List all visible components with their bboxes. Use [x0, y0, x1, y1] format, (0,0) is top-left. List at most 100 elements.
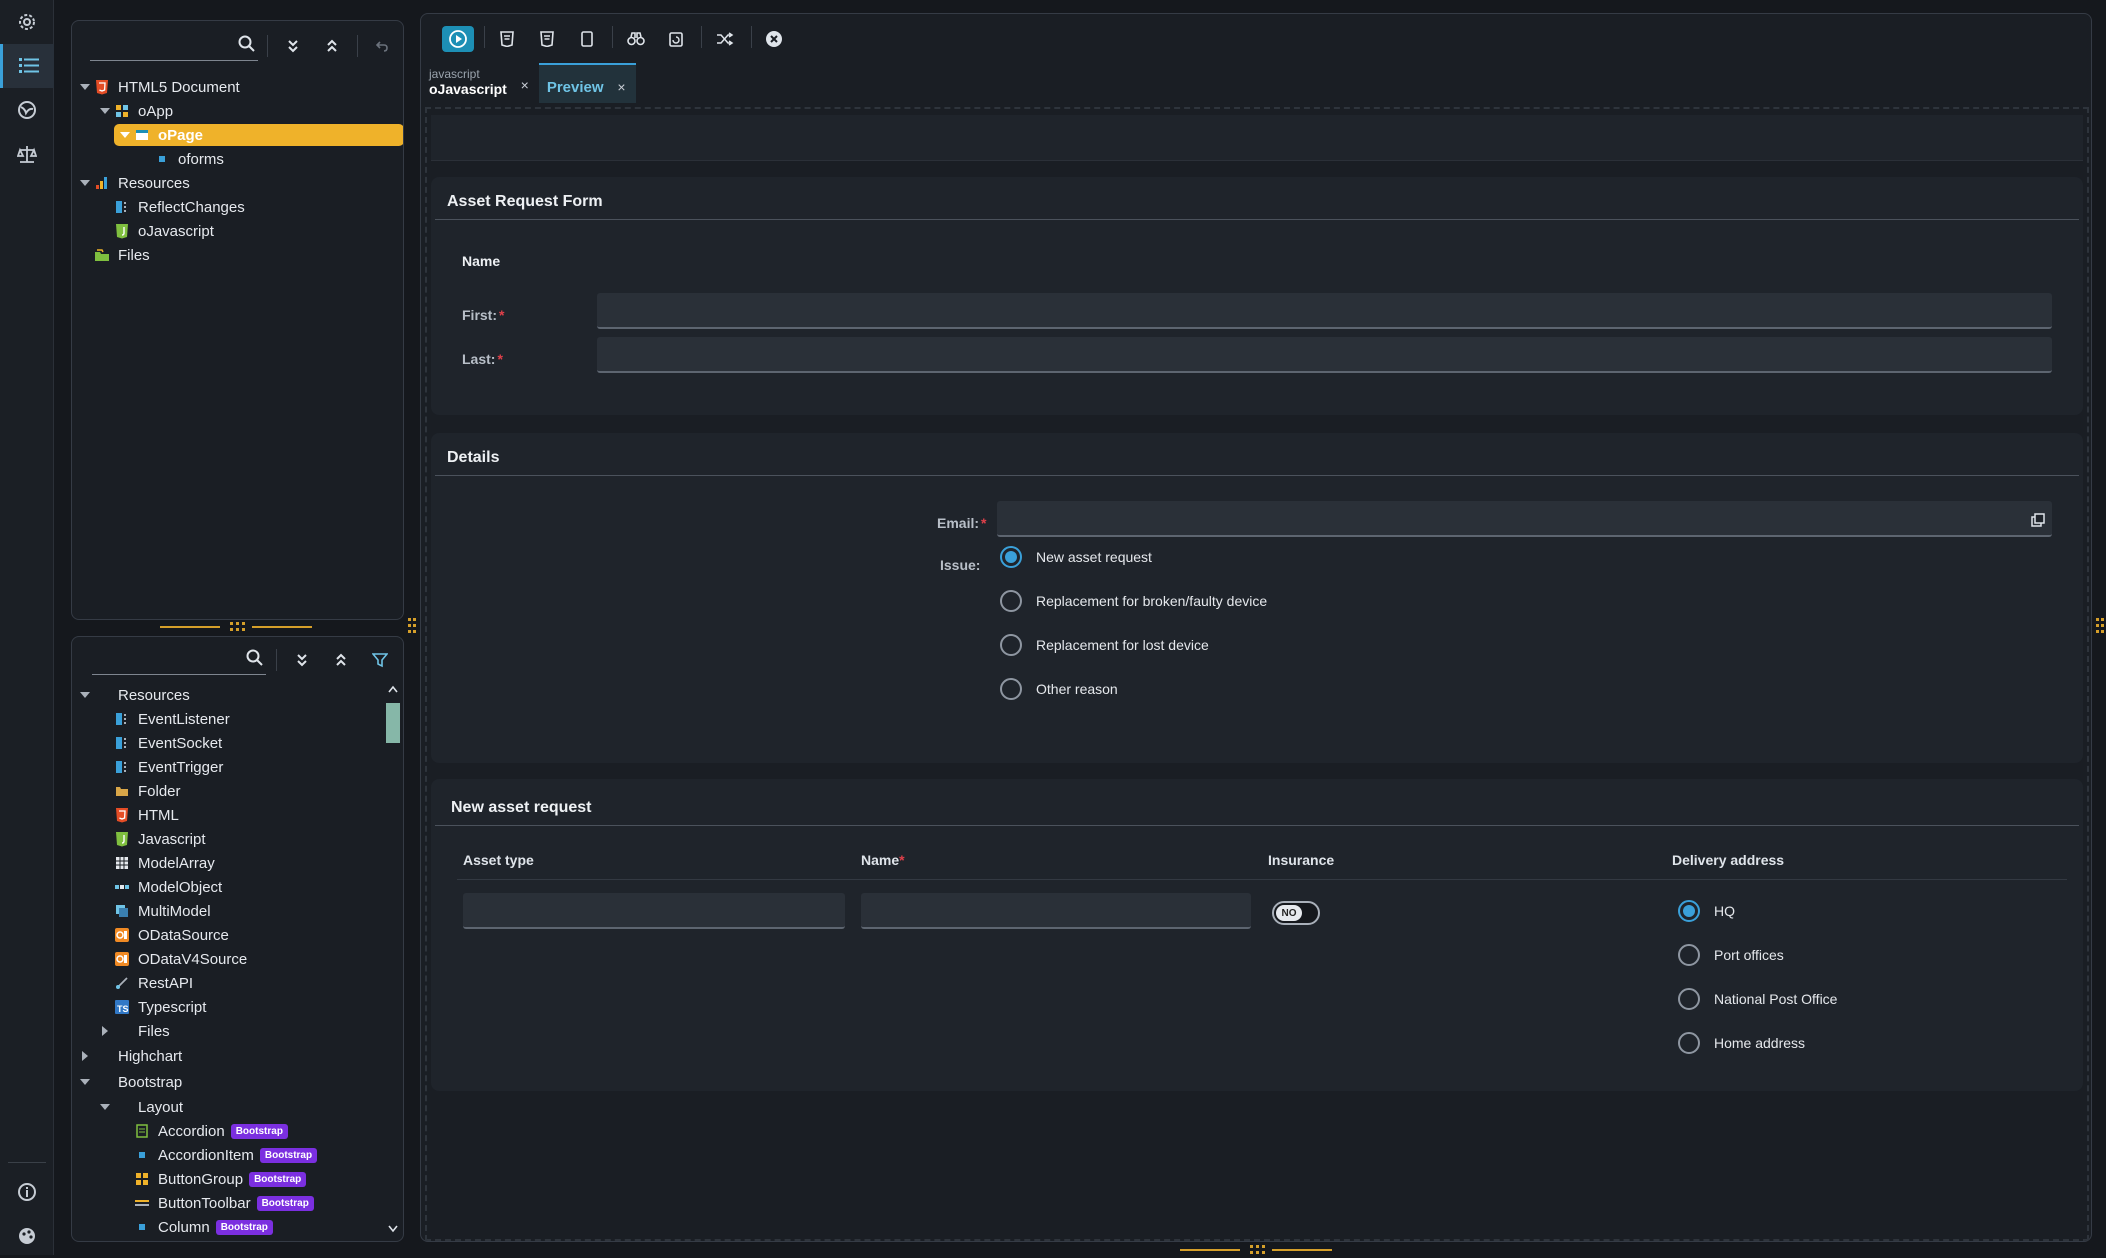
find-button[interactable] [623, 26, 649, 52]
page-icon [134, 127, 150, 143]
outline-tree: HTML5 Document oApp oPage oforms Resourc… [72, 75, 403, 267]
lib-node-resources[interactable]: Resources [72, 683, 403, 707]
lib-node-accordionitem[interactable]: AccordionItem Bootstrap [72, 1143, 403, 1167]
tree-node-files[interactable]: Files [72, 243, 403, 267]
lib-node-modelarray[interactable]: ModelArray [72, 851, 403, 875]
expand-caret-icon[interactable] [98, 1100, 112, 1114]
lib-node-modelobject[interactable]: ModelObject [72, 875, 403, 899]
theme-button[interactable] [0, 1214, 54, 1258]
lib-node-bootstrap[interactable]: Bootstrap [72, 1069, 403, 1095]
scroll-down-icon[interactable] [388, 1225, 398, 1233]
lib-node-highchart[interactable]: Highchart [72, 1043, 403, 1069]
tree-node-reflectchanges[interactable]: ReflectChanges [72, 195, 403, 219]
asset-type-select[interactable] [463, 893, 845, 929]
editor-bottom-splitter[interactable] [1180, 1245, 1510, 1255]
lib-node-buttongroup[interactable]: ButtonGroup Bootstrap [72, 1167, 403, 1191]
expand-caret-icon[interactable] [98, 104, 112, 118]
delivery-radio-national-post[interactable]: National Post Office [1678, 988, 1837, 1010]
html-export-button[interactable] [534, 26, 560, 52]
lib-node-column[interactable]: Column Bootstrap [72, 1215, 403, 1239]
expand-all-button[interactable] [289, 647, 315, 673]
undo-button[interactable] [369, 33, 395, 59]
asset-name-input[interactable] [861, 893, 1251, 929]
lib-node-html[interactable]: HTML [72, 803, 403, 827]
col-asset-type: Asset type [463, 852, 534, 868]
tab-preview[interactable]: Preview × [538, 63, 636, 103]
lib-node-layout[interactable]: Layout [72, 1095, 403, 1119]
close-tab-icon[interactable]: × [521, 77, 529, 93]
issue-radio-other[interactable]: Other reason [1000, 678, 1118, 700]
lib-node-folder[interactable]: Folder [72, 779, 403, 803]
delivery-radio-port-offices[interactable]: Port offices [1678, 944, 1784, 966]
lib-node-odatav4source[interactable]: ODataV4Source [72, 947, 403, 971]
first-name-input[interactable] [597, 293, 2052, 329]
lib-node-eventlistener[interactable]: EventListener [72, 707, 403, 731]
library-scroll-thumb[interactable] [386, 703, 400, 743]
library-scrollbar[interactable] [386, 685, 400, 1235]
tab-ojavascript[interactable]: javascript oJavascript × [421, 63, 539, 103]
delivery-radio-hq[interactable]: HQ [1678, 900, 1735, 922]
refresh-button[interactable] [663, 26, 689, 52]
info-button[interactable] [0, 1170, 54, 1214]
lib-node-restapi[interactable]: RestAPI [72, 971, 403, 995]
svg-text:TS: TS [117, 1004, 129, 1014]
web-view-button[interactable] [0, 88, 54, 132]
tree-node-html5-document[interactable]: HTML5 Document [72, 75, 403, 99]
compare-button[interactable] [0, 132, 54, 176]
expand-caret-icon[interactable] [98, 1024, 112, 1038]
lib-node-files[interactable]: Files [72, 1019, 403, 1043]
last-name-input[interactable] [597, 337, 2052, 373]
collapse-all-button[interactable] [328, 647, 354, 673]
resize-grip-icon[interactable] [2096, 618, 2106, 634]
expand-caret-icon[interactable] [78, 1049, 92, 1063]
scroll-up-icon[interactable] [388, 685, 398, 693]
html5-icon [114, 807, 130, 823]
outline-search-input[interactable] [90, 31, 258, 61]
issue-radio-new[interactable]: New asset request [1000, 546, 1152, 568]
mobile-icon [581, 31, 593, 47]
delivery-radio-home[interactable]: Home address [1678, 1032, 1805, 1054]
close-tab-icon[interactable]: × [617, 79, 625, 95]
tree-node-opage[interactable]: oPage [72, 123, 403, 147]
outline-view-button[interactable] [0, 44, 54, 88]
lib-node-eventtrigger[interactable]: EventTrigger [72, 755, 403, 779]
collapse-all-button[interactable] [319, 33, 345, 59]
tree-node-oforms[interactable]: oforms [72, 147, 403, 171]
close-preview-button[interactable] [761, 26, 787, 52]
tree-node-ojavascript[interactable]: oJavascript [72, 219, 403, 243]
expand-all-button[interactable] [280, 33, 306, 59]
open-external-icon[interactable] [2031, 513, 2045, 527]
run-button[interactable] [442, 26, 474, 52]
email-input[interactable] [997, 501, 2052, 537]
tree-node-resources[interactable]: Resources [72, 171, 403, 195]
tree-node-oapp[interactable]: oApp [72, 99, 403, 123]
tree-node-label: Folder [138, 782, 181, 800]
html5-outline-icon [500, 31, 514, 47]
lib-node-eventsocket[interactable]: EventSocket [72, 731, 403, 755]
panel-splitter[interactable] [70, 622, 400, 632]
expand-caret-icon[interactable] [78, 1075, 92, 1089]
expand-caret-icon[interactable] [78, 176, 92, 190]
bootstrap-badge: Bootstrap [230, 1124, 288, 1140]
expand-caret-icon[interactable] [118, 128, 132, 142]
splitter-line [160, 626, 220, 628]
expand-caret-icon[interactable] [78, 688, 92, 702]
lib-node-typescript[interactable]: TS Typescript [72, 995, 403, 1019]
lib-node-accordion[interactable]: Accordion Bootstrap [72, 1119, 403, 1143]
shuffle-button[interactable] [712, 26, 738, 52]
device-preview-button[interactable] [574, 26, 600, 52]
insurance-toggle[interactable]: NO [1272, 901, 1320, 925]
lib-node-odatasource[interactable]: ODataSource [72, 923, 403, 947]
resize-grip-icon[interactable] [408, 618, 420, 634]
filter-button[interactable] [367, 647, 393, 673]
settings-button[interactable] [0, 0, 54, 44]
lib-node-javascript[interactable]: Javascript [72, 827, 403, 851]
lib-node-multimodel[interactable]: MultiModel [72, 899, 403, 923]
issue-radio-replacement-broken[interactable]: Replacement for broken/faulty device [1000, 590, 1267, 612]
bootstrap-badge: Bootstrap [215, 1220, 273, 1236]
library-search-input[interactable] [92, 645, 266, 675]
html-preview-button[interactable] [494, 26, 520, 52]
expand-caret-icon[interactable] [78, 80, 92, 94]
lib-node-buttontoolbar[interactable]: ButtonToolbar Bootstrap [72, 1191, 403, 1215]
issue-radio-replacement-lost[interactable]: Replacement for lost device [1000, 634, 1209, 656]
